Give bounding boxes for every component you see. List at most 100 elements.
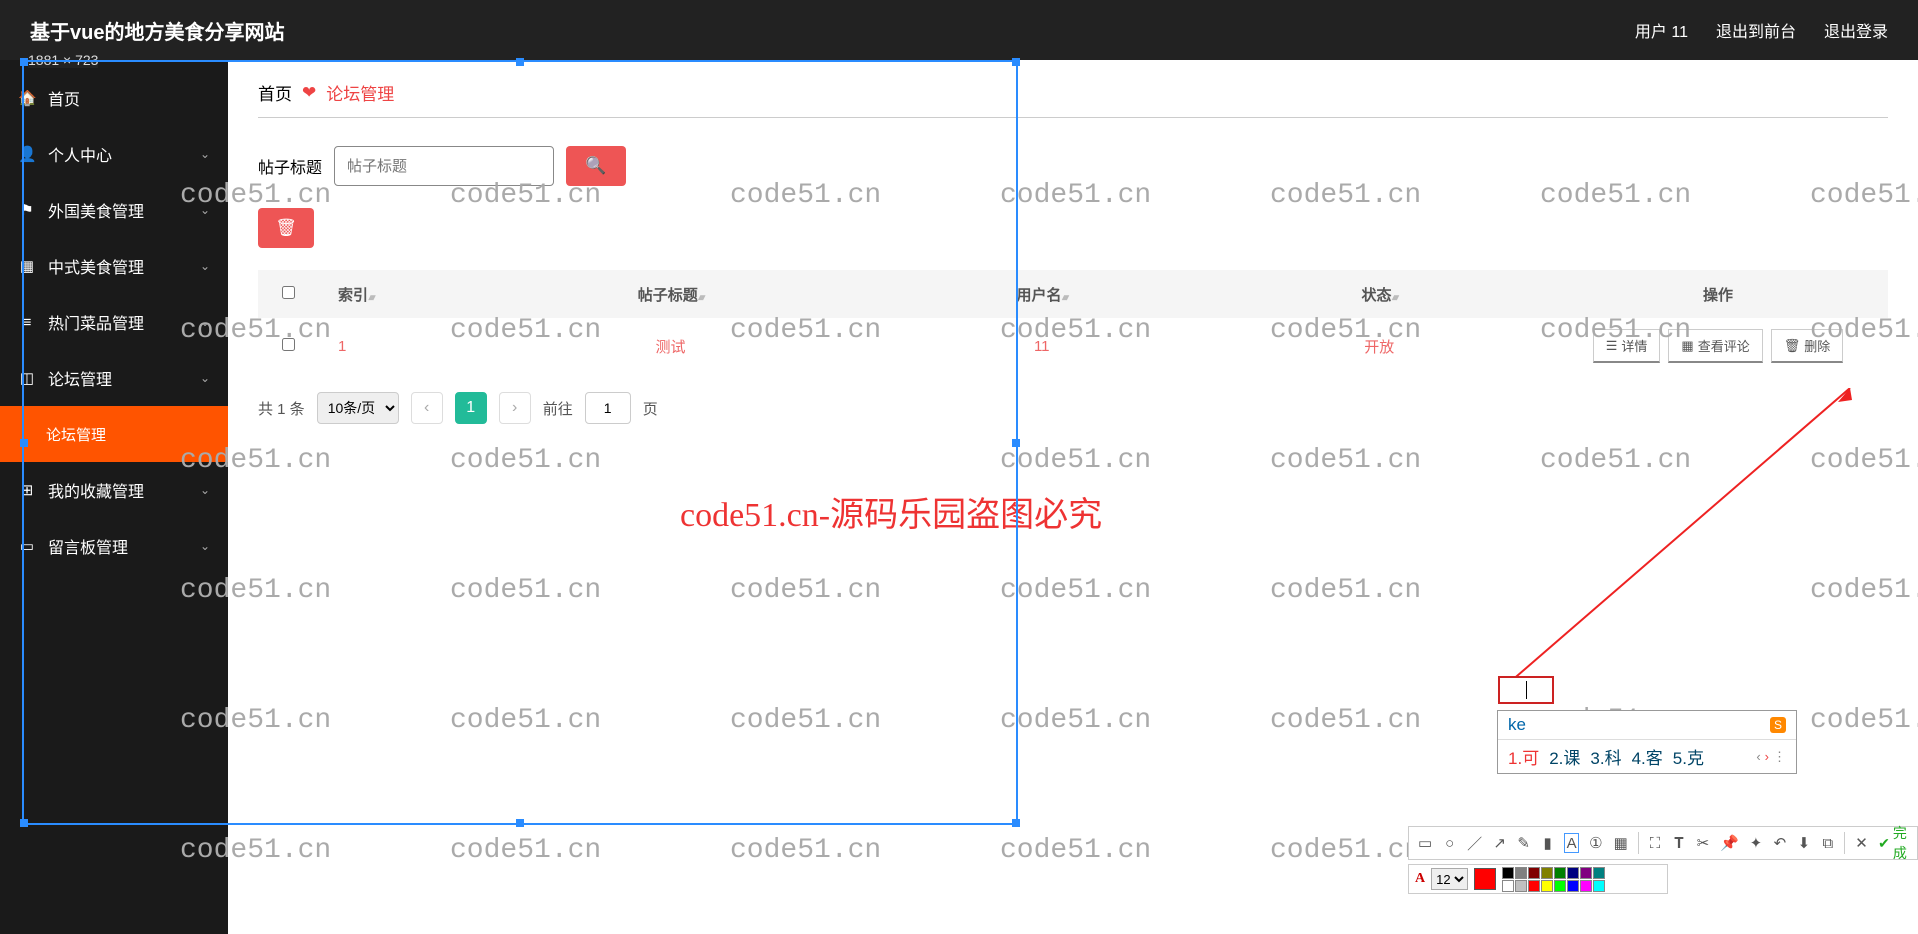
row-checkbox[interactable] [282,338,295,351]
goto-suffix: 页 [643,398,658,419]
ime-more-icon[interactable]: ⋮ [1773,749,1786,765]
tool-arrow[interactable]: ↗ [1492,833,1507,853]
palette-magenta[interactable] [1580,880,1592,892]
palette-red[interactable] [1528,880,1540,892]
toolbar-divider [1638,832,1639,854]
palette-lime[interactable] [1554,880,1566,892]
search-input[interactable] [334,146,554,186]
font-size-select[interactable]: 12 [1431,868,1468,890]
palette-cyan[interactable] [1593,880,1605,892]
sidebar-item-foreign-food[interactable]: ⚑外国美食管理 ⌄ [0,182,228,238]
breadcrumb-home[interactable]: 首页 [258,80,292,105]
to-front-link[interactable]: 退出到前台 [1716,18,1796,42]
chevron-down-icon: ⌄ [200,147,210,161]
ime-candidate-4[interactable]: 4.客 [1632,744,1663,769]
ime-prev-icon[interactable]: ‹ [1756,749,1760,765]
ime-candidate-2[interactable]: 2.课 [1549,744,1580,769]
tool-blur[interactable]: ▦ [1613,833,1629,853]
chevron-down-icon: ⌄ [200,259,210,273]
user-label[interactable]: 用户 11 [1635,18,1688,42]
current-color-swatch[interactable] [1474,868,1496,890]
delete-button[interactable]: 🗑删除 [1771,329,1844,363]
palette-green[interactable] [1554,867,1566,879]
sidebar-item-favorites[interactable]: ⊞ 我的收藏管理 ⌄ [0,462,228,518]
search-button[interactable]: 🔍 [566,146,626,186]
sidebar-item-profile[interactable]: 👤个人中心 ⌄ [0,126,228,182]
text-annotation-box[interactable] [1498,676,1554,704]
sidebar-item-messages[interactable]: ▭留言板管理 ⌄ [0,518,228,574]
forum-icon: ◫ [18,369,36,387]
total-label: 共 1 条 [258,398,305,419]
sidebar-label: 首页 [48,86,80,110]
palette-olive[interactable] [1541,867,1553,879]
sidebar-label: 中式美食管理 [48,254,144,278]
palette-yellow[interactable] [1541,880,1553,892]
palette-teal[interactable] [1593,867,1605,879]
ime-next-icon[interactable]: › [1765,749,1769,765]
tool-ocr[interactable]: 𝐓 [1671,833,1686,853]
cell-index: 1 [318,338,468,355]
palette-navy[interactable] [1567,867,1579,879]
palette-black[interactable] [1502,867,1514,879]
pagination: 共 1 条 10条/页 ‹ 1 › 前往 页 [258,392,1888,424]
tool-share[interactable]: ✦ [1748,833,1763,853]
tool-pen[interactable]: ✎ [1516,833,1531,853]
palette-maroon[interactable] [1528,867,1540,879]
palette-gray[interactable] [1515,867,1527,879]
prev-page-button[interactable]: ‹ [411,392,443,424]
sidebar-sub-forum-mgmt[interactable]: 论坛管理 [0,406,228,462]
sidebar-item-home[interactable]: 🏠首页 [0,70,228,126]
detail-button[interactable]: ☰详情 [1593,329,1661,363]
list-icon: ≡ [18,314,36,331]
col-user[interactable]: 用户名 [873,284,1211,305]
tool-marker[interactable]: ▮ [1540,833,1555,853]
tool-copy[interactable]: ⧉ [1820,833,1835,853]
tool-line[interactable]: ／ [1466,833,1483,853]
chevron-down-icon: ⌄ [200,539,210,553]
tool-pin[interactable]: 📌 [1719,833,1739,853]
sidebar-label: 论坛管理 [48,366,112,390]
tool-done[interactable]: ✔完成 [1878,823,1909,863]
tool-number[interactable]: ① [1588,833,1603,853]
sidebar-item-chinese-food[interactable]: ▦中式美食管理 ⌄ [0,238,228,294]
tool-crop[interactable]: ✂ [1695,833,1710,853]
sidebar: 🏠首页 👤个人中心 ⌄ ⚑外国美食管理 ⌄ ▦中式美食管理 ⌄ ≡热门菜品管理 … [0,60,228,934]
grid2-icon: ⊞ [18,481,36,499]
ime-candidate-3[interactable]: 3.科 [1590,744,1621,769]
breadcrumb-current: 论坛管理 [326,80,394,105]
text-caret [1526,681,1527,699]
tool-cancel[interactable]: ✕ [1854,833,1869,853]
color-palette [1502,867,1605,892]
sidebar-label: 我的收藏管理 [48,478,144,502]
cell-title: 测试 [468,336,873,357]
sidebar-item-forum[interactable]: ◫论坛管理 ⌄ [0,350,228,406]
palette-blue[interactable] [1567,880,1579,892]
tool-screenshot[interactable]: ⛶ [1647,833,1662,853]
col-status[interactable]: 状态 [1211,284,1549,305]
ime-candidate-5[interactable]: 5.克 [1673,744,1704,769]
delete-selected-button[interactable]: 🗑 [258,208,314,248]
select-all-checkbox[interactable] [282,286,295,299]
goto-prefix: 前往 [543,398,573,419]
tool-download[interactable]: ⬇ [1796,833,1811,853]
view-comments-button[interactable]: ▦查看评论 [1668,329,1762,363]
palette-silver[interactable] [1515,880,1527,892]
col-title[interactable]: 帖子标题 [468,284,873,305]
chevron-down-icon: ⌄ [200,203,210,217]
tool-ellipse[interactable]: ○ [1442,833,1457,853]
next-page-button[interactable]: › [499,392,531,424]
palette-purple[interactable] [1580,867,1592,879]
ime-candidate-1[interactable]: 1.可 [1508,744,1539,769]
tool-rectangle[interactable]: ▭ [1417,833,1433,853]
chevron-down-icon: ⌄ [200,483,210,497]
tool-text[interactable]: A [1564,833,1579,853]
logout-link[interactable]: 退出登录 [1824,18,1888,42]
per-page-select[interactable]: 10条/页 [317,392,399,424]
sidebar-item-hot-dish[interactable]: ≡热门菜品管理 ⌄ [0,294,228,350]
palette-white[interactable] [1502,880,1514,892]
goto-page-input[interactable] [585,392,631,424]
trash-icon: 🗑 [1784,338,1801,354]
tool-undo[interactable]: ↶ [1772,833,1787,853]
page-1-button[interactable]: 1 [455,392,487,424]
col-index[interactable]: 索引 [318,284,468,305]
